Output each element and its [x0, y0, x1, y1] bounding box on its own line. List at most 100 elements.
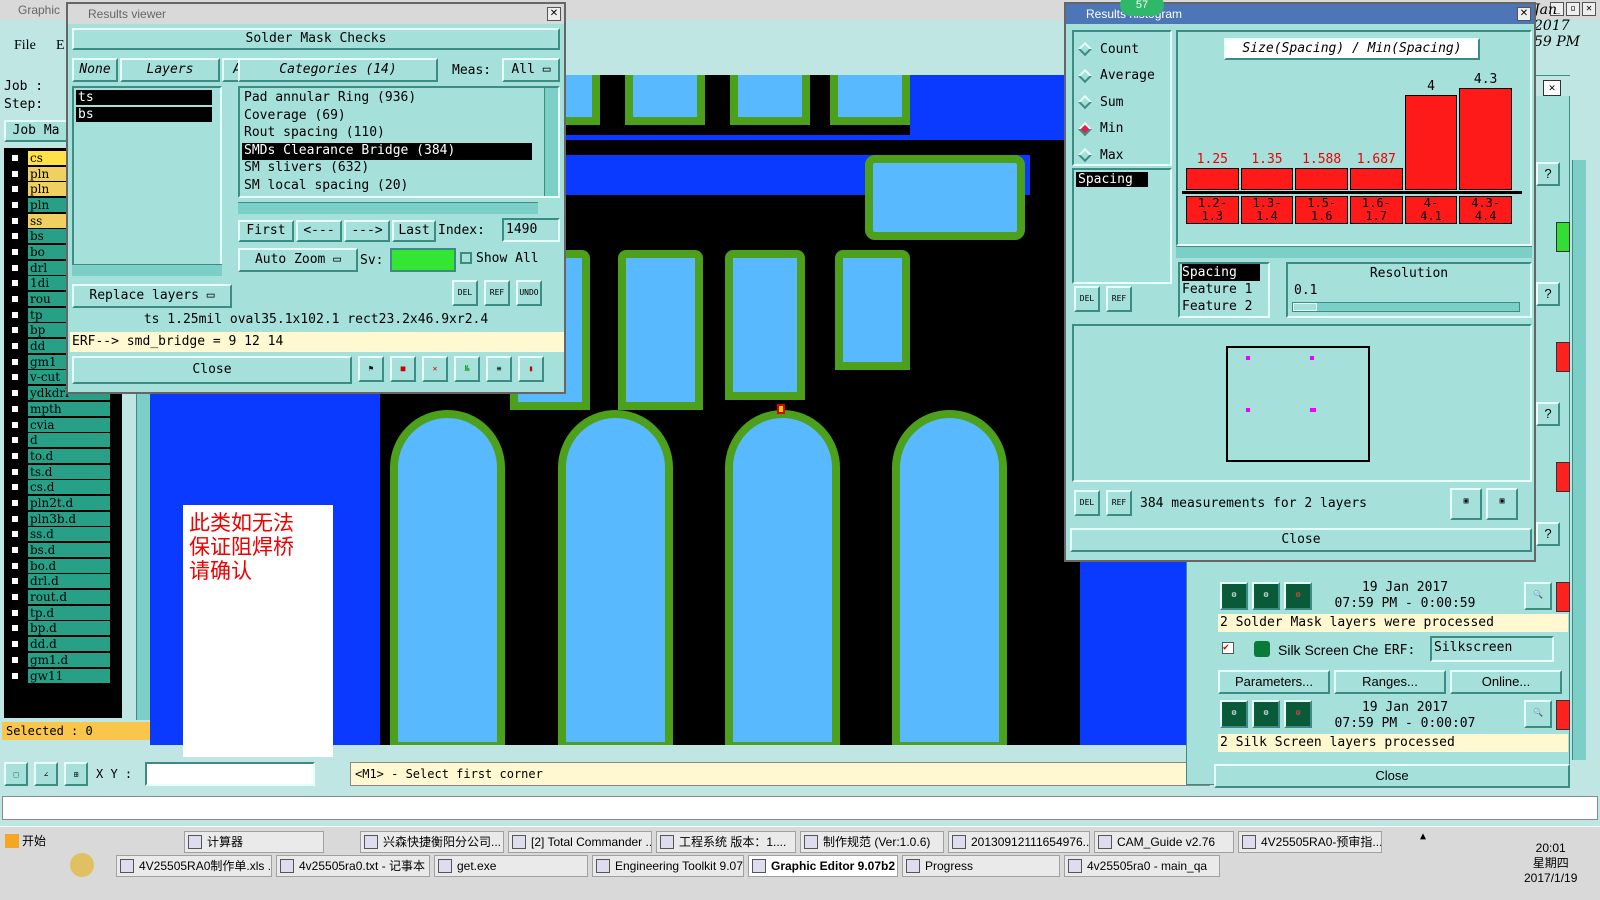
undo-icon[interactable]: UNDO: [516, 280, 542, 306]
histogram-close-button[interactable]: Close: [1070, 528, 1532, 552]
zoom-result-icon-2[interactable]: 🔍: [1524, 700, 1552, 728]
analysis-close-button[interactable]: Close: [1214, 764, 1570, 788]
layer-checkbox[interactable]: [10, 356, 20, 367]
hist-ref-icon[interactable]: REF: [1106, 286, 1132, 312]
del-icon[interactable]: DEL: [452, 280, 478, 306]
layer-checkbox[interactable]: [10, 184, 20, 195]
hist-ref-icon-2[interactable]: REF: [1106, 490, 1132, 516]
erf-cancel-icon[interactable]: ✕: [422, 356, 448, 382]
categories-list[interactable]: Pad annular Ring (936) Coverage (69) Rout …: [238, 86, 560, 198]
layer-checkbox[interactable]: [10, 435, 20, 446]
taskbar-item[interactable]: CAM_Guide v2.76: [1094, 831, 1234, 853]
histogram-bar[interactable]: [1404, 94, 1458, 190]
chart-hscroll[interactable]: [1176, 246, 1532, 258]
radio-diamond-icon[interactable]: [1077, 95, 1093, 110]
layer-checkbox[interactable]: [10, 623, 20, 634]
spacing-item-0[interactable]: Spacing: [1182, 264, 1260, 281]
layer-row[interactable]: tp.d: [4, 605, 122, 621]
layer-row[interactable]: cs.d: [4, 479, 122, 495]
results-viewer-close-button[interactable]: Close: [72, 356, 352, 384]
silk-erf-dropdown[interactable]: Silkscreen: [1430, 636, 1554, 662]
start-button[interactable]: 开始: [2, 831, 46, 853]
layer-checkbox[interactable]: [10, 199, 20, 210]
taskbar-item[interactable]: 工程系统 版本：1....: [656, 831, 796, 853]
layer-row[interactable]: rout.d: [4, 589, 122, 605]
radio-diamond-icon[interactable]: [1077, 42, 1093, 57]
layer-checkbox[interactable]: [10, 325, 20, 336]
layer-row[interactable]: ts.d: [4, 464, 122, 480]
import-icon[interactable]: ▣: [1486, 488, 1518, 520]
taskbar-item[interactable]: Graphic Editor 9.07b2 ...: [748, 855, 898, 877]
online-button[interactable]: Online...: [1450, 670, 1562, 694]
radio-diamond-icon[interactable]: [1077, 121, 1093, 136]
layer-checkbox[interactable]: [10, 450, 20, 461]
error-marker[interactable]: [777, 404, 785, 414]
category-item[interactable]: Coverage (69): [242, 108, 532, 126]
spacing-item-1[interactable]: Feature 1: [1182, 281, 1268, 298]
layer-item-ts[interactable]: ts: [76, 90, 212, 105]
report-icon[interactable]: ≡: [486, 356, 512, 382]
panel-scrollbar[interactable]: [1572, 160, 1586, 760]
layer-row[interactable]: to.d: [4, 448, 122, 464]
tab-layers[interactable]: Layers: [120, 58, 220, 82]
layer-checkbox[interactable]: [10, 168, 20, 179]
sv-color-dropdown[interactable]: [390, 248, 456, 272]
taskbar-item[interactable]: [2] Total Commander ...: [508, 831, 652, 853]
command-line[interactable]: [2, 796, 1598, 820]
category-item[interactable]: SM local spacing (20): [242, 178, 532, 196]
silk-run-all-icon[interactable]: ⚙: [1252, 700, 1280, 728]
layer-row[interactable]: bo.d: [4, 558, 122, 574]
layer-checkbox[interactable]: [10, 388, 20, 399]
grid-icon[interactable]: ⊞: [64, 762, 88, 786]
parameters-button[interactable]: Parameters...: [1218, 670, 1330, 694]
layer-results-list[interactable]: ts bs: [72, 86, 222, 266]
layer-checkbox[interactable]: [10, 231, 20, 242]
panel-close-icon[interactable]: ✕: [1543, 80, 1561, 96]
index-input[interactable]: 1490: [502, 218, 560, 242]
preview-area[interactable]: [1072, 324, 1532, 482]
histogram-close-icon[interactable]: ✕: [1517, 7, 1531, 21]
resolution-slider[interactable]: [1292, 302, 1520, 312]
menu-file[interactable]: File: [14, 38, 36, 54]
histogram-icon[interactable]: ▮: [518, 356, 544, 382]
ranges-button[interactable]: Ranges...: [1334, 670, 1446, 694]
app-icon[interactable]: [70, 853, 94, 877]
stat-option[interactable]: Count: [1074, 36, 1170, 63]
help-button-3[interactable]: ?: [1536, 402, 1560, 426]
stop-run-icon[interactable]: ⚙: [1284, 582, 1312, 610]
category-item[interactable]: Pad annular Ring (936): [242, 90, 532, 108]
next-button[interactable]: --->: [344, 220, 390, 242]
categories-hscroll[interactable]: [238, 202, 538, 214]
auto-zoom-dropdown[interactable]: Auto Zoom ▭: [238, 248, 358, 272]
layer-row[interactable]: dd.d: [4, 636, 122, 652]
help-button-2[interactable]: ?: [1536, 282, 1560, 306]
stat-option[interactable]: Average: [1074, 63, 1170, 90]
layer-row[interactable]: gm1.d: [4, 652, 122, 668]
prev-button[interactable]: <---: [296, 220, 342, 242]
stat-list-item[interactable]: Spacing: [1076, 172, 1148, 187]
layer-checkbox[interactable]: [10, 576, 20, 587]
stop-icon[interactable]: ■: [390, 356, 416, 382]
category-item[interactable]: SM slivers (632): [242, 160, 532, 178]
layer-checkbox[interactable]: [10, 152, 20, 163]
layer-checkbox[interactable]: [10, 215, 20, 226]
layer-checkbox[interactable]: [10, 639, 20, 650]
layer-checkbox[interactable]: [10, 654, 20, 665]
spacing-list[interactable]: Spacing Feature 1 Feature 2: [1178, 262, 1270, 318]
layer-checkbox[interactable]: [10, 246, 20, 257]
replace-layers-dropdown[interactable]: Replace layers ▭: [72, 284, 232, 308]
layer-checkbox[interactable]: [10, 529, 20, 540]
layer-checkbox[interactable]: [10, 592, 20, 603]
results-viewer-close-icon[interactable]: ✕: [547, 7, 561, 21]
first-button[interactable]: First: [238, 220, 294, 242]
layer-checkbox[interactable]: [10, 278, 20, 289]
layer-checkbox[interactable]: [10, 262, 20, 273]
run-all-icon[interactable]: ⚙: [1252, 582, 1280, 610]
layer-checkbox[interactable]: [10, 466, 20, 477]
taskbar-item[interactable]: 4v25505ra0 - main_qa: [1064, 855, 1220, 877]
layer-checkbox[interactable]: [10, 560, 20, 571]
layer-row[interactable]: cvia: [4, 417, 122, 433]
categories-scrollbar[interactable]: [544, 88, 558, 196]
ref-icon[interactable]: REF: [484, 280, 510, 306]
histogram-chart[interactable]: Size(Spacing) / Min(Spacing) 1.25 1.2- 1.3…: [1176, 30, 1532, 246]
